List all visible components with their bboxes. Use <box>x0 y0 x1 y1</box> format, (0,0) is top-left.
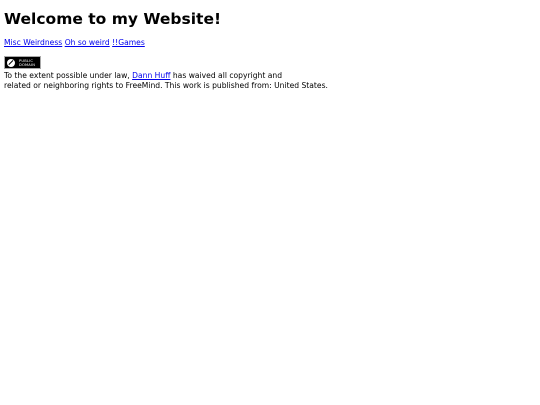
badge-line-2: DOMAIN <box>19 62 36 67</box>
legal-notice: To the extent possible under law, Dann H… <box>4 71 536 90</box>
link-games[interactable]: !!Games <box>112 38 145 47</box>
page-body: Welcome to my Website! Misc Weirdness Oh… <box>0 0 540 93</box>
legal-prefix: To the extent possible under law, <box>4 71 133 80</box>
public-domain-icon <box>6 57 16 68</box>
badge-text: PUBLIC DOMAIN <box>19 59 35 67</box>
public-domain-badge[interactable]: PUBLIC DOMAIN <box>4 56 41 69</box>
link-oh-so-weird[interactable]: Oh so weird <box>65 38 110 47</box>
nav-links: Misc Weirdness Oh so weird !!Games <box>4 38 536 48</box>
legal-suffix: has waived all copyright and <box>170 71 283 80</box>
link-misc-weirdness[interactable]: Misc Weirdness <box>4 38 62 47</box>
author-link[interactable]: Dann Huff <box>132 71 170 80</box>
legal-line-2: related or neighboring rights to FreeMin… <box>4 80 328 90</box>
page-title: Welcome to my Website! <box>4 10 222 28</box>
